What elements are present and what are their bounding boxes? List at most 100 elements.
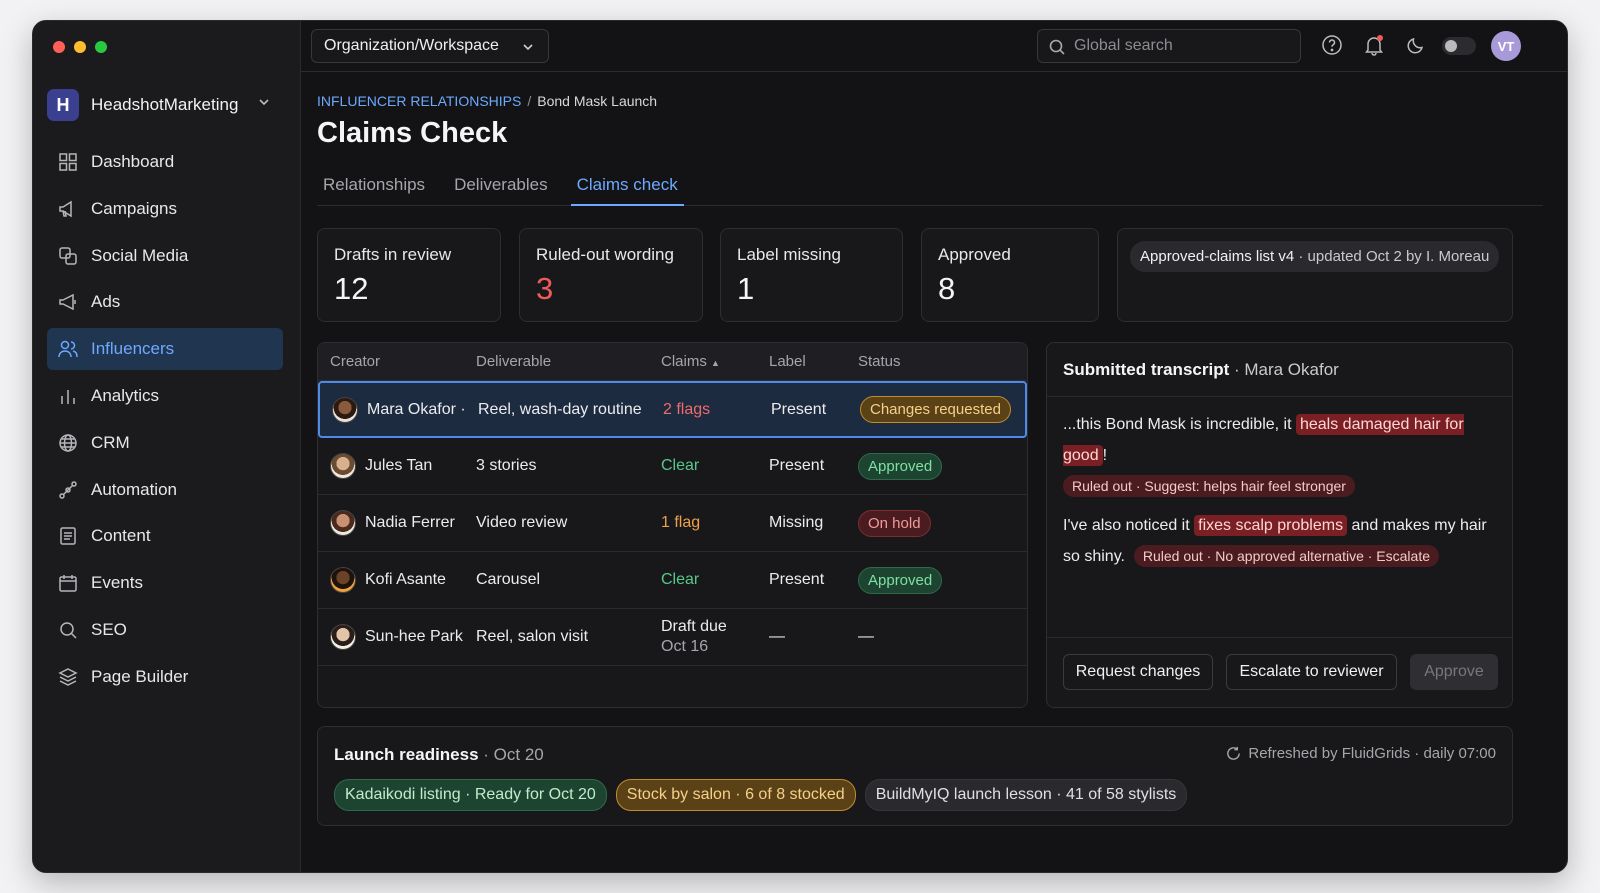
kpi-value: 8 — [938, 271, 956, 306]
theme-toggle[interactable] — [1442, 37, 1476, 55]
launch-date: · Oct 20 — [478, 745, 544, 764]
sidebar-item-seo[interactable]: SEO — [47, 609, 283, 651]
creator-name: Jules Tan — [365, 457, 433, 474]
sort-asc-icon: ▲ — [711, 358, 720, 368]
avatar[interactable]: VT — [1491, 31, 1521, 61]
top-bar: Organization/Workspace Global search VT — [301, 21, 1567, 72]
sidebar-item-page-builder[interactable]: Page Builder — [47, 656, 283, 698]
label-cell: Present — [769, 457, 825, 474]
sidebar-item-label: Events — [91, 573, 143, 593]
readiness-chips: Kadaikodi listing · Ready for Oct 20 Sto… — [334, 779, 1188, 811]
minimize-dot[interactable] — [74, 41, 86, 53]
bell-icon[interactable] — [1363, 34, 1385, 56]
search-icon — [1049, 39, 1065, 55]
col-status[interactable]: Status — [858, 353, 901, 370]
col-claims[interactable]: Claims ▲ — [661, 353, 720, 370]
window-controls — [53, 41, 107, 53]
users-icon — [58, 340, 78, 358]
col-deliverable[interactable]: Deliverable — [476, 353, 551, 370]
sidebar-item-dashboard[interactable]: Dashboard — [47, 141, 283, 183]
sidebar-item-label: Campaigns — [91, 198, 177, 218]
sidebar-item-label: Ads — [91, 292, 121, 312]
launch-readiness-panel: Launch readiness · Oct 20 Refreshed by F… — [317, 726, 1513, 826]
avatar — [330, 567, 356, 593]
label-cell: — — [769, 628, 785, 645]
transcript-panel: Submitted transcript · Mara Okafor ...th… — [1046, 342, 1513, 708]
sidebar-item-automation[interactable]: Automation — [47, 469, 283, 511]
col-label[interactable]: Label — [769, 353, 806, 370]
draft-due-label: Draft due — [661, 618, 727, 635]
deliverable-cell: 3 stories — [476, 457, 537, 474]
workspace-switcher[interactable]: H HeadshotMarketing — [47, 87, 279, 123]
sidebar-item-ads[interactable]: Ads — [47, 281, 283, 323]
label-cell: Present — [769, 571, 825, 588]
main-content: INFLUENCER RELATIONSHIPS / Bond Mask Launc… — [301, 72, 1567, 872]
claims-cell: Clear — [661, 457, 700, 474]
global-search-input[interactable]: Global search — [1037, 29, 1301, 63]
moon-icon[interactable] — [1405, 34, 1427, 56]
sidebar-item-influencers[interactable]: Influencers — [47, 328, 283, 371]
sidebar-item-label: SEO — [91, 619, 127, 639]
col-creator[interactable]: Creator — [330, 353, 380, 370]
kpi-label: Drafts in review — [334, 245, 452, 264]
chip-listing[interactable]: Kadaikodi listing · Ready for Oct 20 — [334, 779, 607, 811]
avatar — [330, 510, 356, 536]
maximize-dot[interactable] — [95, 41, 107, 53]
transcript-actions: Request changes Escalate to reviewer App… — [1047, 637, 1512, 707]
creator-name: Kofi Asante — [365, 571, 446, 588]
request-changes-button[interactable]: Request changes — [1063, 654, 1213, 690]
sidebar-item-label: Social Media — [91, 245, 189, 265]
creator-cell: Sun-hee Park — [330, 624, 463, 650]
sidebar-item-analytics[interactable]: Analytics — [47, 375, 283, 417]
sidebar-item-events[interactable]: Events — [47, 562, 283, 604]
creator-name: Mara Okafor · — [367, 400, 466, 418]
breadcrumb-current: Bond Mask Launch — [537, 93, 658, 109]
claims-list-pill[interactable]: Approved-claims list v4 · updated Oct 2 … — [1130, 241, 1500, 272]
search-icon — [60, 622, 77, 639]
org-workspace-selector[interactable]: Organization/Workspace — [311, 29, 549, 63]
sidebar-item-social-media[interactable]: Social Media — [47, 235, 283, 277]
tab-deliverables[interactable]: Deliverables — [448, 172, 554, 206]
deliverable-cell: Reel, salon visit — [476, 628, 589, 645]
status-badge: Approved — [858, 566, 943, 594]
table-row[interactable]: Jules Tan 3 stories Clear Present Approv… — [318, 438, 1027, 495]
chip-lesson[interactable]: BuildMyIQ launch lesson · 41 of 58 styli… — [864, 779, 1188, 811]
escalate-button[interactable]: Escalate to reviewer — [1226, 654, 1397, 690]
sidebar-item-content[interactable]: Content — [47, 515, 283, 557]
table-row[interactable]: Mara Okafor · Reel, wash-day routine 2 f… — [318, 381, 1027, 438]
table-row[interactable]: Kofi Asante Carousel Clear Present Appro… — [318, 552, 1027, 609]
document-icon — [60, 527, 76, 546]
sidebar-item-crm[interactable]: CRM — [47, 422, 283, 464]
sidebar: H HeadshotMarketing Dashboard Campaigns … — [33, 21, 301, 872]
claims-list-name: Approved-claims list v4 — [1140, 248, 1295, 265]
avatar — [330, 624, 356, 650]
transcript-text: ...this Bond Mask is incredible, it — [1063, 416, 1296, 433]
table-row[interactable]: Nadia Ferrer Video review 1 flag Missing… — [318, 495, 1027, 552]
sidebar-item-label: Dashboard — [91, 152, 175, 171]
refresh-icon[interactable] — [1225, 745, 1242, 762]
flagged-claim[interactable]: fixes scalp problems — [1194, 515, 1348, 536]
table-row[interactable]: Sun-hee Park Reel, salon visit Draft due… — [318, 609, 1027, 666]
label-cell: Missing — [769, 514, 824, 531]
sidebar-item-label: Page Builder — [91, 666, 189, 686]
close-dot[interactable] — [53, 41, 65, 53]
approve-button[interactable]: Approve — [1410, 654, 1498, 690]
sidebar-item-label: Influencers — [91, 339, 175, 359]
transcript-text: ! — [1102, 447, 1108, 464]
transcript-creator: · Mara Okafor — [1229, 360, 1339, 379]
chevron-down-icon — [523, 44, 533, 51]
app-window: H HeadshotMarketing Dashboard Campaigns … — [32, 20, 1568, 873]
creator-cell: Kofi Asante — [330, 567, 446, 593]
tab-claims-check[interactable]: Claims check — [570, 172, 684, 206]
claims-list-meta: · updated Oct 2 by I. Moreau — [1294, 248, 1490, 265]
sidebar-item-label: Automation — [91, 479, 177, 499]
help-icon[interactable] — [1321, 34, 1343, 56]
tab-relationships[interactable]: Relationships — [317, 172, 431, 206]
status-badge: Changes requested — [860, 396, 1011, 423]
sidebar-item-label: Content — [91, 526, 151, 546]
sidebar-item-campaigns[interactable]: Campaigns — [47, 188, 283, 230]
chip-stock[interactable]: Stock by salon · 6 of 8 stocked — [615, 779, 856, 811]
calendar-icon — [59, 575, 77, 592]
refreshed-text: Refreshed by FluidGrids · daily 07:00 — [1248, 745, 1496, 762]
breadcrumb-parent[interactable]: INFLUENCER RELATIONSHIPS — [317, 93, 521, 109]
